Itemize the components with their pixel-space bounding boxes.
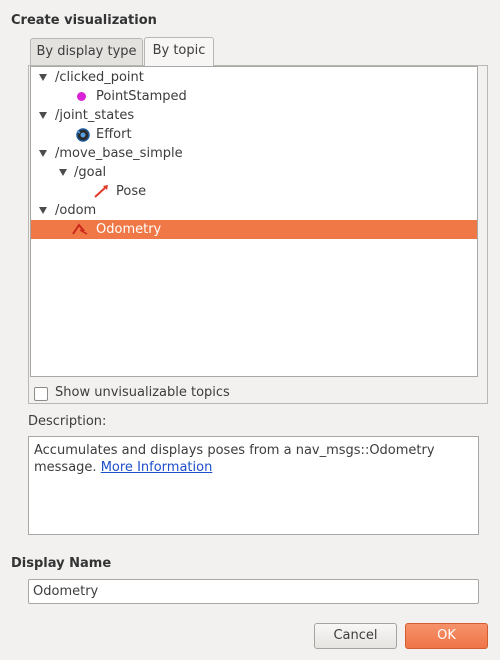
dialog-title: Create visualization xyxy=(11,13,157,28)
tree-item-label: PointStamped xyxy=(96,89,187,104)
tree-item-label: /goal xyxy=(74,165,107,180)
tree-item-label: Effort xyxy=(96,127,132,142)
topic-tree[interactable]: /clicked_point PointStamped /joint_state… xyxy=(30,66,478,377)
description-text: Accumulates and displays poses from a na… xyxy=(34,443,435,475)
cancel-button-label: Cancel xyxy=(333,628,378,643)
tree-item-goal[interactable]: /goal xyxy=(31,163,477,182)
tab-by-display-type[interactable]: By display type xyxy=(30,38,143,65)
expand-arrow-icon[interactable] xyxy=(39,112,47,119)
tree-item-pointstamped[interactable]: PointStamped xyxy=(31,87,477,106)
tab-by-topic[interactable]: By topic xyxy=(144,37,214,66)
tree-item-label: /move_base_simple xyxy=(55,146,183,161)
tree-item-effort[interactable]: Effort xyxy=(31,125,477,144)
magenta-dot-icon xyxy=(77,92,86,101)
description-heading: Description: xyxy=(28,414,107,429)
description-box: Accumulates and displays poses from a na… xyxy=(28,436,479,535)
display-name-heading: Display Name xyxy=(11,556,112,571)
tree-item-clicked-point[interactable]: /clicked_point xyxy=(31,68,477,87)
expand-arrow-icon[interactable] xyxy=(39,150,47,157)
more-information-link[interactable]: More Information xyxy=(101,460,213,475)
tree-item-label: /clicked_point xyxy=(55,70,144,85)
expand-arrow-icon[interactable] xyxy=(59,169,67,176)
tree-item-label: Pose xyxy=(116,184,147,199)
show-unvisualizable-label[interactable]: Show unvisualizable topics xyxy=(55,385,230,400)
display-name-input[interactable] xyxy=(28,579,479,604)
tree-item-odometry[interactable]: Odometry xyxy=(31,220,477,239)
expand-arrow-icon[interactable] xyxy=(39,207,47,214)
cancel-button[interactable]: Cancel xyxy=(314,623,397,649)
expand-arrow-icon[interactable] xyxy=(39,74,47,81)
tree-item-odom[interactable]: /odom xyxy=(31,201,477,220)
tree-item-label: /odom xyxy=(55,203,97,218)
odometry-icon xyxy=(72,222,92,242)
ok-button[interactable]: OK xyxy=(405,623,488,649)
tree-item-move-base-simple[interactable]: /move_base_simple xyxy=(31,144,477,163)
tree-item-label: Odometry xyxy=(96,222,162,237)
tab-by-topic-label: By topic xyxy=(152,43,206,58)
tree-item-joint-states[interactable]: /joint_states xyxy=(31,106,477,125)
tab-by-display-type-label: By display type xyxy=(36,44,137,59)
tree-item-pose[interactable]: Pose xyxy=(31,182,477,201)
tree-item-label: /joint_states xyxy=(55,108,135,123)
show-unvisualizable-checkbox[interactable] xyxy=(34,387,48,401)
ok-button-label: OK xyxy=(437,628,456,643)
